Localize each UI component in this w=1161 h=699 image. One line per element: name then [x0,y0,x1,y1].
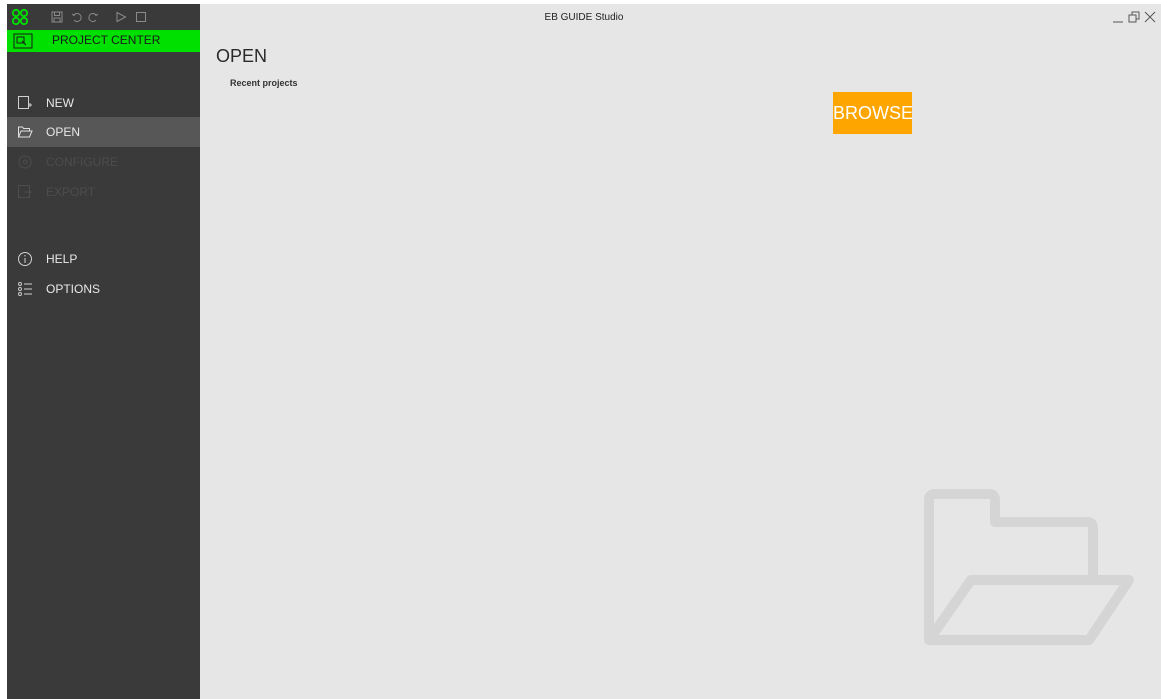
browse-button[interactable]: BROWSE [833,92,913,134]
close-icon[interactable] [1143,10,1157,24]
nav-item-export: EXPORT [7,177,200,207]
nav-item-new[interactable]: NEW [7,88,200,118]
recent-projects-label: Recent projects [230,78,298,88]
sidebar: PROJECT CENTER NEW OPEN CONFIGURE EXPORT… [7,4,200,699]
folder-watermark-icon [924,489,1134,645]
restore-icon[interactable] [1127,10,1141,24]
folder-open-icon [17,126,33,138]
new-project-icon [18,96,32,109]
nav-label-export: EXPORT [46,185,96,199]
project-center-bar[interactable]: PROJECT CENTER [7,30,200,52]
options-list-icon [18,282,32,296]
nav-label-new: NEW [46,96,74,110]
nav-label-options: OPTIONS [46,282,101,296]
nav-label-configure: CONFIGURE [46,155,118,169]
project-center-icon [13,33,33,49]
info-icon [18,252,32,266]
nav-item-help[interactable]: HELP [7,244,200,274]
nav-label-open: OPEN [46,125,81,139]
page-title: OPEN [216,46,268,66]
minimize-icon[interactable] [1111,10,1125,24]
window-title: EB GUIDE Studio [544,12,624,23]
app-window: PROJECT CENTER NEW OPEN CONFIGURE EXPORT… [7,4,1161,699]
window-controls [1111,10,1159,26]
nav-label-help: HELP [46,252,78,266]
nav-item-configure: CONFIGURE [7,147,200,177]
nav-item-open[interactable]: OPEN [7,117,200,147]
export-icon [18,185,32,198]
project-center-label: PROJECT CENTER [52,33,161,47]
configure-icon [18,155,32,169]
nav-item-options[interactable]: OPTIONS [7,274,200,304]
